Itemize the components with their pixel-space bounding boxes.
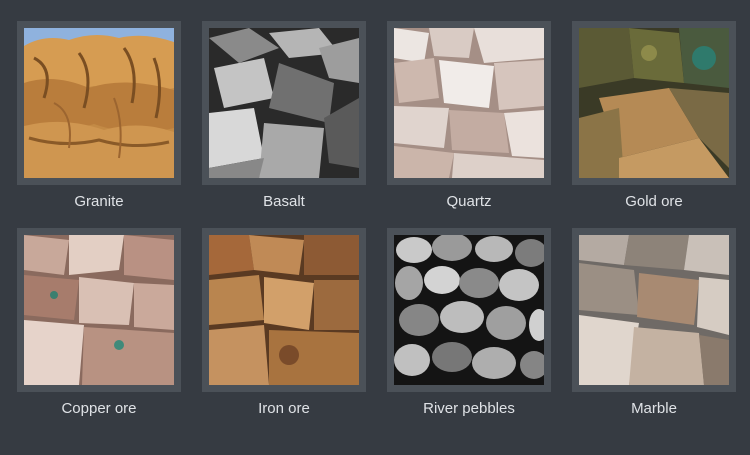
gold-ore-image [579,28,729,178]
gold-ore-label: Gold ore [625,193,683,210]
copper-ore-label: Copper ore [61,400,137,417]
quartz-label: Quartz [446,193,492,210]
iron-ore-thumbnail[interactable] [202,228,366,392]
copper-ore-image [24,235,174,385]
river-pebbles-thumbnail[interactable] [387,228,551,392]
river-pebbles-image [394,235,544,385]
gallery-card-iron-ore[interactable]: Iron ore [202,228,366,418]
gallery-card-copper-ore[interactable]: Copper ore [17,228,181,418]
marble-label: Marble [631,400,677,417]
quartz-rock-image [394,28,544,178]
gallery-card-basalt[interactable]: Basalt [202,21,366,211]
gold-ore-thumbnail[interactable] [572,21,736,185]
granite-thumbnail[interactable] [17,21,181,185]
quartz-thumbnail[interactable] [387,21,551,185]
iron-ore-label: Iron ore [258,400,310,417]
iron-ore-image [209,235,359,385]
gallery-card-gold-ore[interactable]: Gold ore [572,21,736,211]
gallery-card-quartz[interactable]: Quartz [387,21,551,211]
basalt-label: Basalt [263,193,305,210]
gallery-card-marble[interactable]: Marble [572,228,736,418]
marble-rock-image [579,235,729,385]
river-pebbles-label: River pebbles [423,400,515,417]
basalt-thumbnail[interactable] [202,21,366,185]
copper-ore-thumbnail[interactable] [17,228,181,392]
gallery-card-granite[interactable]: Granite [17,21,181,211]
granite-rock-image [24,28,174,178]
gallery-card-river-pebbles[interactable]: River pebbles [387,228,551,418]
basalt-rock-image [209,28,359,178]
stone-gallery: Granite Basalt Quartz Gold ore Copper or… [0,0,750,455]
marble-thumbnail[interactable] [572,228,736,392]
granite-label: Granite [74,193,124,210]
